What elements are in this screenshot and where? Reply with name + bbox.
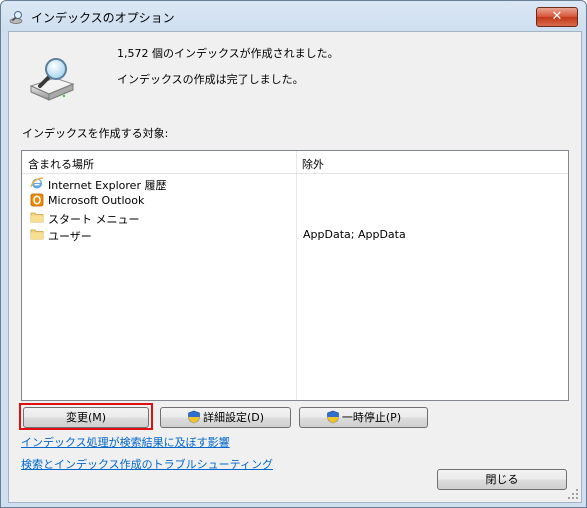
indexing-options-icon (9, 11, 23, 24)
title-bar[interactable]: インデックスのオプション ✕ (1, 1, 586, 31)
close-window-button[interactable]: ✕ (536, 7, 578, 27)
change-button[interactable]: 変更(M) (23, 407, 149, 428)
pause-button[interactable]: 一時停止(P) (299, 407, 428, 428)
uac-shield-icon (188, 410, 200, 424)
resize-grip-icon[interactable] (567, 488, 579, 500)
column-header-exclude[interactable]: 除外 (302, 156, 324, 172)
troubleshooting-link[interactable]: 検索とインデックス作成のトラブルシューティング (21, 456, 273, 472)
drive-magnifier-icon (29, 58, 75, 101)
location-label: Microsoft Outlook (48, 194, 145, 207)
indexing-effect-link[interactable]: インデックス処理が検索結果に及ぼす影響 (21, 434, 230, 450)
folder-icon (30, 212, 44, 223)
folder-icon (30, 229, 44, 240)
list-item[interactable]: スタート メニュー (22, 209, 568, 226)
advanced-button[interactable]: 詳細設定(D) (160, 407, 291, 428)
internet-explorer-icon (30, 177, 44, 189)
index-locations-label: インデックスを作成する対象: (22, 127, 169, 140)
window-title: インデックスのオプション (31, 11, 175, 25)
location-label: ユーザー (48, 230, 92, 243)
indexing-options-window: インデックスのオプション ✕ 1,572 個のインデックスが作成されました。 イ… (0, 0, 587, 508)
list-item[interactable]: ユーザー AppData; AppData (22, 226, 568, 243)
exclude-value: AppData; AppData (303, 228, 406, 241)
location-label: スタート メニュー (48, 213, 140, 226)
list-item[interactable]: Microsoft Outlook (22, 192, 568, 209)
indexed-count-message: 1,572 個のインデックスが作成されました。 (117, 47, 339, 60)
indexing-complete-message: インデックスの作成は完了しました。 (117, 73, 304, 86)
uac-shield-icon (327, 410, 339, 424)
list-item[interactable]: Internet Explorer 履歴 (22, 175, 568, 192)
dialog-body: 1,572 個のインデックスが作成されました。 インデックスの作成は完了しました… (8, 31, 582, 503)
pause-button-label: 一時停止(P) (341, 411, 402, 424)
close-button[interactable]: 閉じる (437, 469, 567, 490)
advanced-button-label: 詳細設定(D) (202, 411, 265, 424)
index-locations-list[interactable]: 含まれる場所 除外 Internet Explorer 履歴 Microsoft… (21, 150, 569, 401)
column-header-included-locations[interactable]: 含まれる場所 (28, 156, 94, 172)
location-label: Internet Explorer 履歴 (48, 179, 167, 192)
outlook-icon (30, 193, 44, 207)
list-header: 含まれる場所 除外 (22, 151, 568, 174)
